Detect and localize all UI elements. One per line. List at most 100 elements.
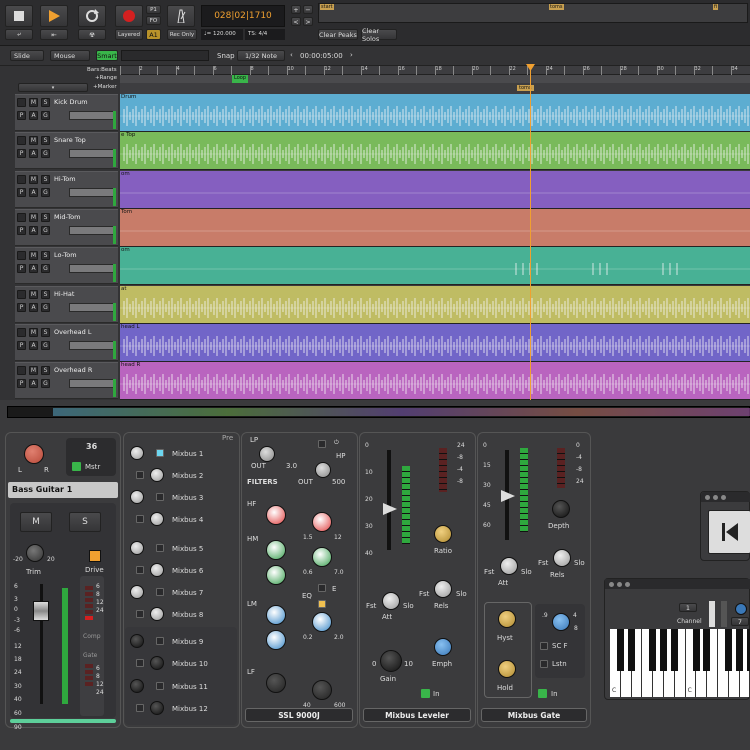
attack-knob[interactable]: [382, 592, 400, 610]
leveler-slider-handle[interactable]: [383, 503, 397, 515]
stop-button[interactable]: [5, 5, 33, 27]
ruler-menu-button[interactable]: ▾: [18, 83, 88, 92]
track-gain-fader[interactable]: [69, 379, 115, 389]
kb-minimize-icon[interactable]: [617, 582, 622, 587]
track-gain-fader[interactable]: [69, 225, 115, 235]
black-key[interactable]: [746, 629, 750, 671]
black-key[interactable]: [617, 629, 624, 671]
track-solo-button[interactable]: S: [41, 98, 50, 107]
black-key[interactable]: [725, 629, 732, 671]
send-enable-toggle[interactable]: [156, 588, 164, 596]
track-mute-button[interactable]: M: [29, 251, 38, 261]
marker-row[interactable]: toms: [120, 84, 750, 93]
nudge-left-icon[interactable]: ‹: [290, 51, 293, 59]
record-button[interactable]: [115, 5, 143, 27]
track-mute-button[interactable]: M: [29, 136, 38, 146]
a1-button[interactable]: A1: [146, 29, 161, 40]
scroll-thumb[interactable]: [53, 408, 750, 416]
black-key[interactable]: [627, 629, 635, 671]
send-level-knob[interactable]: [130, 446, 144, 460]
marker-toms[interactable]: toms: [517, 85, 534, 91]
black-key[interactable]: [692, 629, 700, 671]
skip-back-button[interactable]: [708, 510, 750, 554]
nav-left-button[interactable]: <: [291, 17, 301, 26]
track-solo-button[interactable]: S: [41, 251, 50, 261]
track-record-button[interactable]: [17, 212, 26, 222]
send-enable-toggle[interactable]: [156, 682, 164, 690]
track-mute-button[interactable]: M: [29, 289, 38, 299]
track-lane[interactable]: head L: [120, 323, 750, 362]
solo-button[interactable]: S: [69, 512, 101, 532]
track-group-button[interactable]: G: [41, 379, 50, 389]
track-solo-button[interactable]: S: [41, 366, 50, 376]
track-playlist-button[interactable]: P: [17, 187, 26, 197]
send-level-knob[interactable]: [130, 490, 144, 504]
release-knob[interactable]: [434, 580, 452, 598]
nav-right-button[interactable]: >: [303, 17, 313, 26]
kb-maximize-icon[interactable]: [625, 582, 630, 587]
track-header[interactable]: M S Kick Drum P A G: [15, 94, 118, 131]
tool-buttons[interactable]: [121, 50, 209, 61]
listen-toggle[interactable]: [540, 660, 548, 668]
track-lane[interactable]: head R: [120, 362, 750, 401]
lp-filter-knob[interactable]: [259, 446, 275, 462]
nudge-button[interactable]: ☢: [78, 29, 106, 40]
send-enable-toggle[interactable]: [136, 566, 144, 574]
track-record-button[interactable]: [17, 174, 26, 184]
position-clock[interactable]: 028|02|1710: [201, 5, 285, 27]
track-lane[interactable]: om: [120, 247, 750, 286]
playhead-icon[interactable]: [526, 64, 535, 72]
ratio-knob[interactable]: [434, 525, 452, 543]
metronome-button[interactable]: [167, 5, 195, 27]
horizontal-scrollbar[interactable]: [7, 406, 750, 418]
mstr-led[interactable]: [72, 462, 81, 471]
track-solo-button[interactable]: S: [41, 289, 50, 299]
track-record-button[interactable]: [17, 327, 26, 337]
eq-freq-knob[interactable]: [312, 547, 332, 567]
loop-range[interactable]: Loop: [120, 75, 750, 83]
send-enable-toggle[interactable]: [156, 449, 164, 457]
black-key[interactable]: [735, 629, 743, 671]
track-header[interactable]: M S Overhead R PAG: [15, 362, 118, 400]
pitch-slider[interactable]: [709, 601, 715, 627]
fader-handle[interactable]: [33, 601, 49, 621]
track-playlist-button[interactable]: P: [17, 340, 26, 350]
track-gain-fader[interactable]: [69, 264, 115, 274]
send-enable-toggle[interactable]: [136, 659, 144, 667]
track-automation-button[interactable]: A: [29, 340, 38, 350]
send-enable-toggle[interactable]: [136, 515, 144, 523]
close-icon[interactable]: [705, 495, 710, 500]
gate-in-toggle[interactable]: [538, 689, 547, 698]
black-key[interactable]: [703, 629, 711, 671]
p1-button[interactable]: P1: [146, 5, 161, 14]
track-lane[interactable]: at: [120, 285, 750, 324]
lp-enable-toggle[interactable]: [318, 440, 326, 448]
hyst-knob[interactable]: [498, 610, 516, 628]
eq-gain-knob[interactable]: [266, 673, 286, 693]
send-level-knob[interactable]: [150, 656, 164, 670]
timeline-ruler[interactable]: 2 4 6 8 10 12 14 16 18 20 22 24 26 28 30 32 34 Loop toms: [120, 66, 750, 94]
track-group-button[interactable]: G: [41, 149, 50, 159]
track-gain-fader[interactable]: [69, 111, 115, 120]
track-automation-button[interactable]: A: [29, 264, 38, 274]
drive-button[interactable]: [89, 550, 101, 562]
track-header[interactable]: M S Snare Top P A G: [15, 132, 118, 170]
keyboard-titlebar[interactable]: [605, 579, 750, 589]
track-lane[interactable]: Drum: [120, 94, 750, 132]
mod-slider[interactable]: [721, 601, 727, 627]
fo-button[interactable]: FO: [146, 16, 161, 25]
track-automation-button[interactable]: A: [29, 149, 38, 159]
track-group-button[interactable]: G: [41, 111, 50, 120]
track-gain-fader[interactable]: [69, 187, 115, 197]
track-automation-button[interactable]: A: [29, 379, 38, 389]
smart-button[interactable]: Smart: [96, 50, 118, 61]
track-automation-button[interactable]: A: [29, 225, 38, 235]
track-name-field[interactable]: Bass Guitar 1: [8, 482, 118, 498]
send-level-knob[interactable]: [130, 541, 144, 555]
track-lane[interactable]: e Top: [120, 132, 750, 171]
minimap[interactable]: start toms fi: [318, 3, 748, 23]
track-playlist-button[interactable]: P: [17, 225, 26, 235]
track-group-button[interactable]: G: [41, 302, 50, 312]
send-level-knob[interactable]: [150, 563, 164, 577]
eq-freq-knob[interactable]: [312, 512, 332, 532]
